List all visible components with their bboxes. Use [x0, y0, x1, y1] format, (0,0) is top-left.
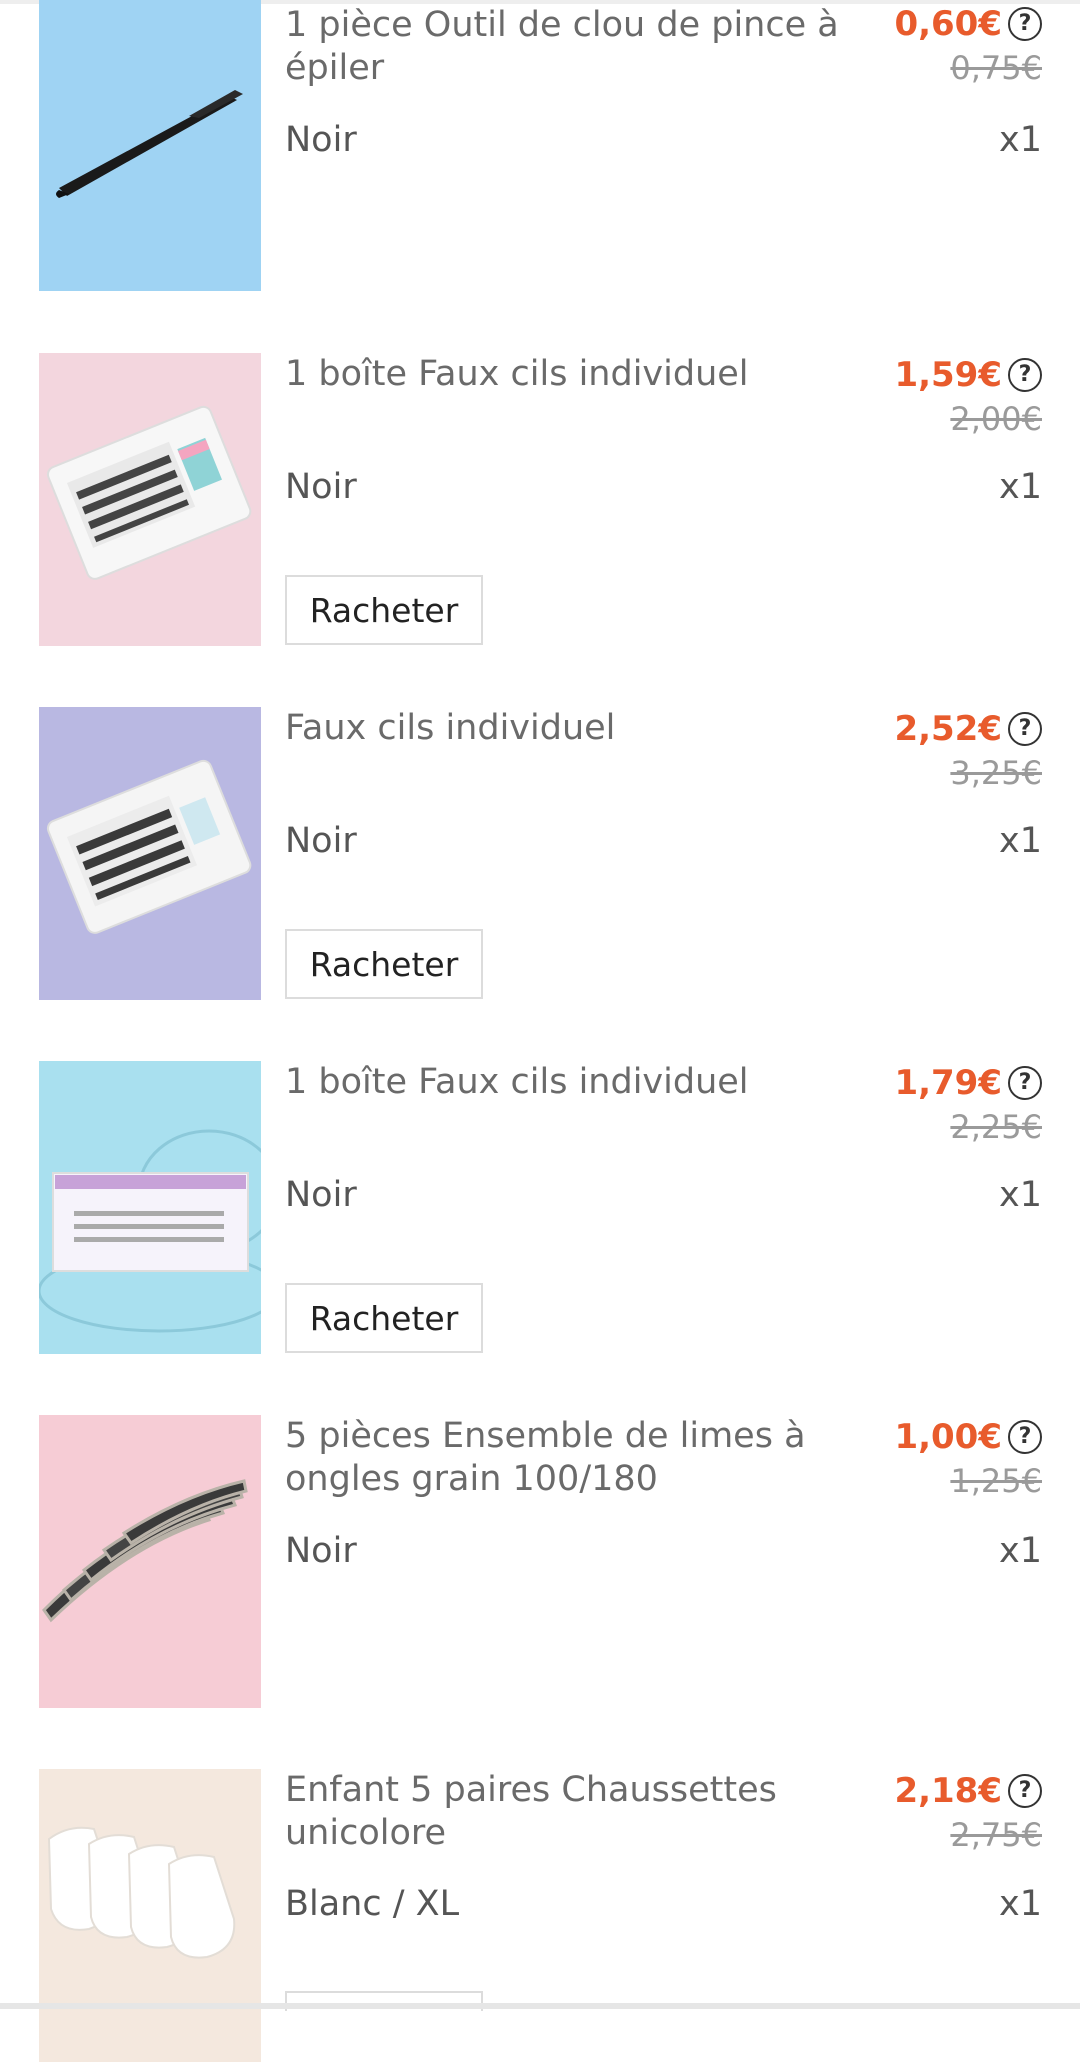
product-image-lash-box[interactable] [39, 1061, 261, 1354]
quantity-label: x1 [999, 467, 1042, 507]
original-price: 2,75€ [950, 1816, 1042, 1854]
product-title[interactable]: Faux cils individuel [285, 707, 895, 750]
quantity-label: x1 [999, 1884, 1042, 1924]
order-item[interactable]: Enfant 5 paires Chaussettes unicolore 2,… [0, 1769, 1080, 2062]
variant-label: Noir [285, 1175, 357, 1215]
order-item[interactable]: 5 pièces Ensemble de limes à ongles grai… [0, 1415, 1080, 1715]
product-image-lash-box[interactable] [39, 353, 261, 646]
product-title[interactable]: 1 boîte Faux cils individuel [285, 1061, 895, 1104]
variant-label: Noir [285, 1531, 357, 1571]
product-image-lash-box[interactable] [39, 707, 261, 1000]
current-price: 2,52€ [894, 708, 1002, 749]
price-block: 1,00€ ? 1,25€ [894, 1415, 1042, 1504]
question-circle-icon[interactable]: ? [1008, 1065, 1042, 1100]
product-title[interactable]: 1 pièce Outil de clou de pince à épiler [285, 4, 895, 90]
quantity-label: x1 [999, 1531, 1042, 1571]
price-block: 1,59€ ? 2,00€ [894, 353, 1042, 442]
price-block: 2,52€ ? 3,25€ [894, 707, 1042, 796]
quantity-label: x1 [999, 1175, 1042, 1215]
rebuy-button[interactable]: Racheter [285, 575, 483, 645]
product-image-nail-files[interactable] [39, 1415, 261, 1708]
product-title[interactable]: Enfant 5 paires Chaussettes unicolore [285, 1769, 895, 1855]
original-price: 1,25€ [950, 1462, 1042, 1500]
price-block: 1,79€ ? 2,25€ [894, 1061, 1042, 1150]
current-price: 1,79€ [894, 1062, 1002, 1103]
order-item[interactable]: 1 pièce Outil de clou de pince à épiler … [0, 0, 1080, 298]
rebuy-button[interactable]: Racheter [285, 929, 483, 999]
variant-label: Blanc / XL [285, 1884, 460, 1924]
order-item[interactable]: 1 boîte Faux cils individuel 1,79€ ? 2,2… [0, 1061, 1080, 1361]
original-price: 3,25€ [950, 754, 1042, 792]
original-price: 0,75€ [950, 49, 1042, 87]
original-price: 2,25€ [950, 1108, 1042, 1146]
product-image-tweezers[interactable] [39, 0, 261, 291]
bottom-edge [0, 2003, 1080, 2009]
current-price: 2,18€ [894, 1770, 1002, 1811]
question-circle-icon[interactable]: ? [1008, 711, 1042, 746]
current-price: 1,00€ [894, 1416, 1002, 1457]
variant-label: Noir [285, 821, 357, 861]
product-title[interactable]: 1 boîte Faux cils individuel [285, 353, 895, 396]
current-price: 0,60€ [894, 3, 1002, 44]
quantity-label: x1 [999, 120, 1042, 160]
variant-label: Noir [285, 120, 357, 160]
rebuy-button[interactable]: Racheter [285, 1283, 483, 1353]
variant-label: Noir [285, 467, 357, 507]
order-item[interactable]: Faux cils individuel 2,52€ ? 3,25€ Noir … [0, 707, 1080, 1007]
question-circle-icon[interactable]: ? [1008, 1773, 1042, 1808]
question-circle-icon[interactable]: ? [1008, 6, 1042, 41]
quantity-label: x1 [999, 821, 1042, 861]
current-price: 1,59€ [894, 354, 1002, 395]
price-block: 2,18€ ? 2,75€ [894, 1769, 1042, 1858]
question-circle-icon[interactable]: ? [1008, 357, 1042, 392]
product-title[interactable]: 5 pièces Ensemble de limes à ongles grai… [285, 1415, 895, 1501]
original-price: 2,00€ [950, 400, 1042, 438]
price-block: 0,60€ ? 0,75€ [894, 2, 1042, 91]
order-item[interactable]: 1 boîte Faux cils individuel 1,59€ ? 2,0… [0, 353, 1080, 653]
product-image-socks[interactable] [39, 1769, 261, 2062]
question-circle-icon[interactable]: ? [1008, 1419, 1042, 1454]
